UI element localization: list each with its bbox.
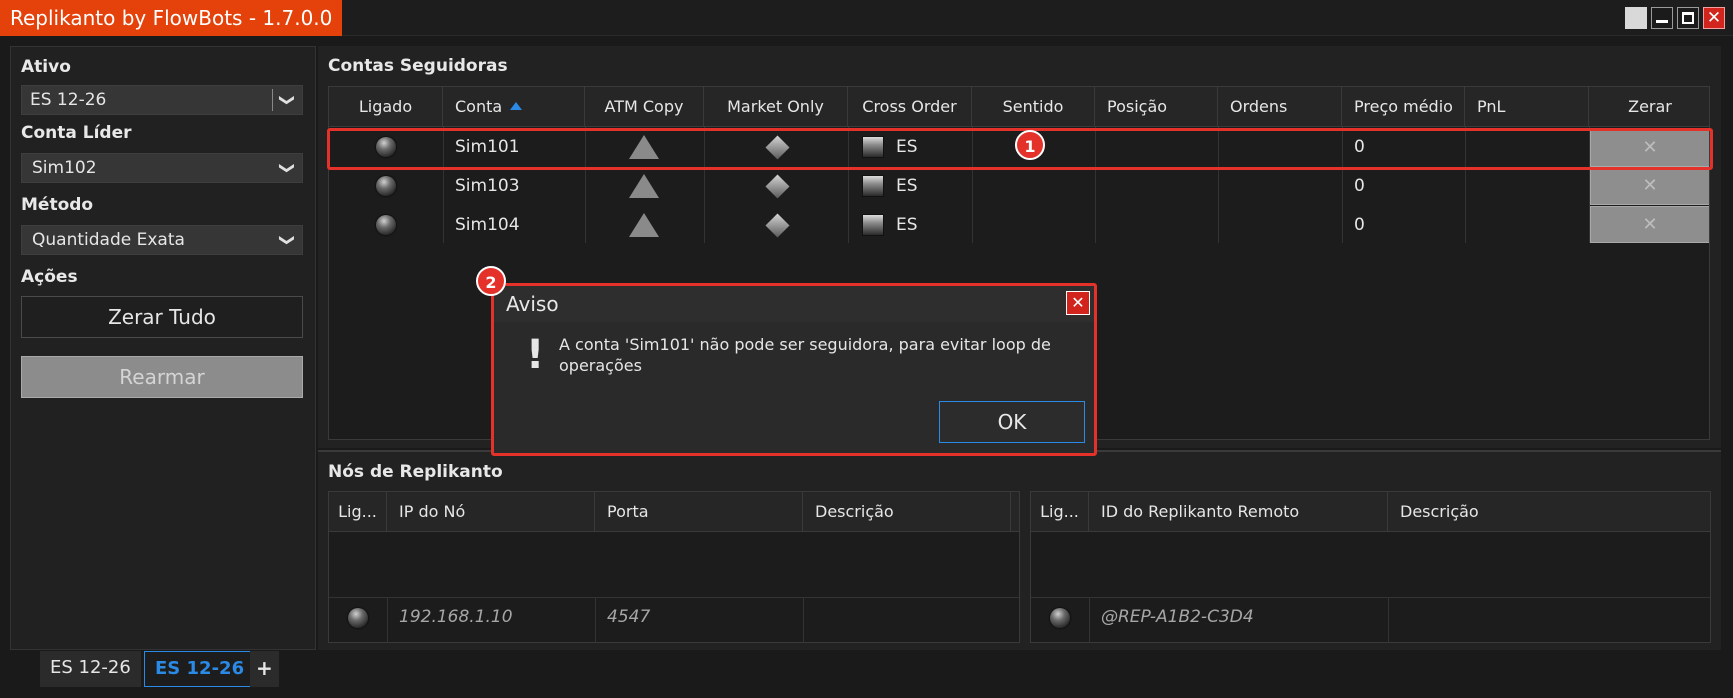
atm-copy-icon[interactable] bbox=[629, 213, 659, 237]
rearmar-button[interactable]: Rearmar bbox=[21, 356, 303, 398]
preco-medio-cell: 0 bbox=[1354, 176, 1365, 196]
conta-lider-label: Conta Líder bbox=[21, 123, 132, 143]
descricao-cell bbox=[803, 598, 815, 637]
col-descricao[interactable]: Descrição bbox=[1388, 492, 1710, 532]
ordens-cell bbox=[1218, 206, 1230, 245]
porta-cell: 4547 bbox=[607, 607, 651, 627]
col-sentido[interactable]: Sentido bbox=[972, 87, 1095, 127]
annotation-badge-1: 1 bbox=[1015, 130, 1045, 160]
col-pnl[interactable]: PnL bbox=[1465, 87, 1589, 127]
market-only-icon[interactable] bbox=[765, 174, 790, 199]
dialog-title: Aviso bbox=[506, 292, 559, 316]
col-conta[interactable]: Conta bbox=[443, 87, 585, 127]
cross-order-icon[interactable] bbox=[862, 175, 884, 197]
chevron-down-icon: ❯ bbox=[277, 233, 296, 247]
ligado-toggle-icon[interactable] bbox=[1050, 608, 1070, 628]
descricao-cell bbox=[1388, 598, 1400, 637]
col-descricao[interactable]: Descrição bbox=[803, 492, 1011, 532]
warning-icon: ! bbox=[526, 332, 545, 378]
dialog-close-button[interactable]: ✕ bbox=[1066, 291, 1090, 315]
atm-copy-icon[interactable] bbox=[629, 174, 659, 198]
cross-order-value: ES bbox=[896, 215, 918, 235]
cross-order-value: ES bbox=[896, 176, 918, 196]
table-row[interactable]: Sim103 ES 0 ✕ bbox=[329, 167, 1709, 206]
posicao-cell bbox=[1095, 167, 1107, 206]
ligado-toggle-icon[interactable] bbox=[376, 215, 396, 235]
preco-medio-cell: 0 bbox=[1354, 215, 1365, 235]
nodes-section: Nós de Replikanto Lig... IP do Nó Porta … bbox=[318, 450, 1721, 650]
col-cross-order[interactable]: Cross Order bbox=[848, 87, 972, 127]
ativo-value: ES 12-26 bbox=[30, 90, 107, 110]
sort-ascending-icon bbox=[510, 102, 523, 110]
metodo-value: Quantidade Exata bbox=[32, 230, 185, 250]
dialog-body: ! A conta 'Sim101' não pode ser seguidor… bbox=[494, 322, 1094, 453]
annotation-badge-2: 2 bbox=[476, 266, 506, 296]
col-atm-copy[interactable]: ATM Copy bbox=[585, 87, 704, 127]
col-preco-medio[interactable]: Preço médio bbox=[1342, 87, 1465, 127]
warning-dialog: Aviso ✕ ! A conta 'Sim101' não pode ser … bbox=[491, 283, 1097, 456]
settings-panel: Ativo ES 12-26 ❯ Conta Líder Sim102 ❯ Mé… bbox=[10, 46, 316, 650]
table-row[interactable]: 192.168.1.10 4547 bbox=[329, 598, 1019, 637]
market-only-icon[interactable] bbox=[765, 213, 790, 238]
metodo-label: Método bbox=[21, 195, 94, 215]
title-bar: Replikanto by FlowBots - 1.7.0.0 ✕ bbox=[0, 0, 1733, 36]
conta-lider-select[interactable]: Sim102 ❯ bbox=[21, 153, 303, 183]
add-tab-button[interactable]: + bbox=[250, 651, 279, 687]
ok-button[interactable]: OK bbox=[939, 401, 1085, 443]
conta-lider-value: Sim102 bbox=[32, 158, 97, 178]
col-ordens[interactable]: Ordens bbox=[1218, 87, 1342, 127]
dialog-message: A conta 'Sim101' não pode ser seguidora,… bbox=[559, 335, 1051, 375]
col-ligado[interactable]: Lig... bbox=[329, 492, 387, 532]
window-controls: ✕ bbox=[1625, 7, 1725, 29]
zerar-tudo-button[interactable]: Zerar Tudo bbox=[21, 296, 303, 338]
ativo-combobox[interactable]: ES 12-26 ❯ bbox=[21, 85, 303, 115]
zerar-row-button[interactable]: ✕ bbox=[1590, 167, 1709, 205]
posicao-cell bbox=[1095, 206, 1107, 245]
close-window-button[interactable]: ✕ bbox=[1703, 7, 1725, 29]
col-conta-label: Conta bbox=[455, 97, 503, 116]
chevron-down-icon: ❯ bbox=[277, 161, 296, 175]
remote-id-cell: @REP-A1B2-C3D4 bbox=[1101, 607, 1254, 627]
col-ligado[interactable]: Lig... bbox=[1031, 492, 1089, 532]
cross-order-icon[interactable] bbox=[862, 214, 884, 236]
local-nodes-header: Lig... IP do Nó Porta Descrição bbox=[329, 492, 1019, 532]
maximize-button[interactable] bbox=[1677, 7, 1699, 29]
acoes-label: Ações bbox=[21, 267, 78, 287]
conta-cell: Sim103 bbox=[455, 176, 520, 196]
followers-header: Ligado Conta ATM Copy Market Only Cross … bbox=[329, 87, 1709, 127]
col-posicao[interactable]: Posição bbox=[1095, 87, 1218, 127]
tab-es-12-26[interactable]: ES 12-26 bbox=[40, 651, 141, 687]
followers-title: Contas Seguidoras bbox=[328, 56, 508, 76]
metodo-select[interactable]: Quantidade Exata ❯ bbox=[21, 225, 303, 255]
table-row[interactable]: Sim104 ES 0 ✕ bbox=[329, 206, 1709, 245]
remote-nodes-header: Lig... ID do Replikanto Remoto Descrição bbox=[1031, 492, 1710, 532]
conta-cell: Sim104 bbox=[455, 215, 520, 235]
sentido-cell bbox=[972, 206, 984, 245]
local-nodes-grid: Lig... IP do Nó Porta Descrição 192.168.… bbox=[328, 491, 1020, 643]
zerar-row-button[interactable]: ✕ bbox=[1590, 206, 1709, 243]
table-row[interactable]: @REP-A1B2-C3D4 bbox=[1031, 598, 1710, 637]
col-market-only[interactable]: Market Only bbox=[704, 87, 848, 127]
remote-nodes-grid: Lig... ID do Replikanto Remoto Descrição… bbox=[1030, 491, 1711, 643]
sentido-cell bbox=[972, 167, 984, 206]
ordens-cell bbox=[1218, 167, 1230, 206]
ip-cell: 192.168.1.10 bbox=[399, 607, 513, 627]
col-zerar[interactable]: Zerar bbox=[1589, 87, 1709, 127]
pnl-cell bbox=[1465, 206, 1477, 245]
window-option-button[interactable] bbox=[1625, 7, 1647, 29]
minimize-button[interactable] bbox=[1651, 7, 1673, 29]
ligado-toggle-icon[interactable] bbox=[376, 176, 396, 196]
ligado-toggle-icon[interactable] bbox=[348, 608, 368, 628]
pnl-cell bbox=[1465, 167, 1477, 206]
col-porta[interactable]: Porta bbox=[595, 492, 803, 532]
chevron-down-icon[interactable]: ❯ bbox=[272, 89, 302, 111]
tab-es-12-26-active[interactable]: ES 12-26 bbox=[144, 651, 256, 687]
col-id-replikanto-remoto[interactable]: ID do Replikanto Remoto bbox=[1089, 492, 1388, 532]
ativo-label: Ativo bbox=[21, 57, 71, 77]
col-ip-do-no[interactable]: IP do Nó bbox=[387, 492, 595, 532]
window-title: Replikanto by FlowBots - 1.7.0.0 bbox=[0, 0, 343, 36]
nodes-title: Nós de Replikanto bbox=[328, 462, 503, 482]
col-ligado[interactable]: Ligado bbox=[329, 87, 443, 127]
